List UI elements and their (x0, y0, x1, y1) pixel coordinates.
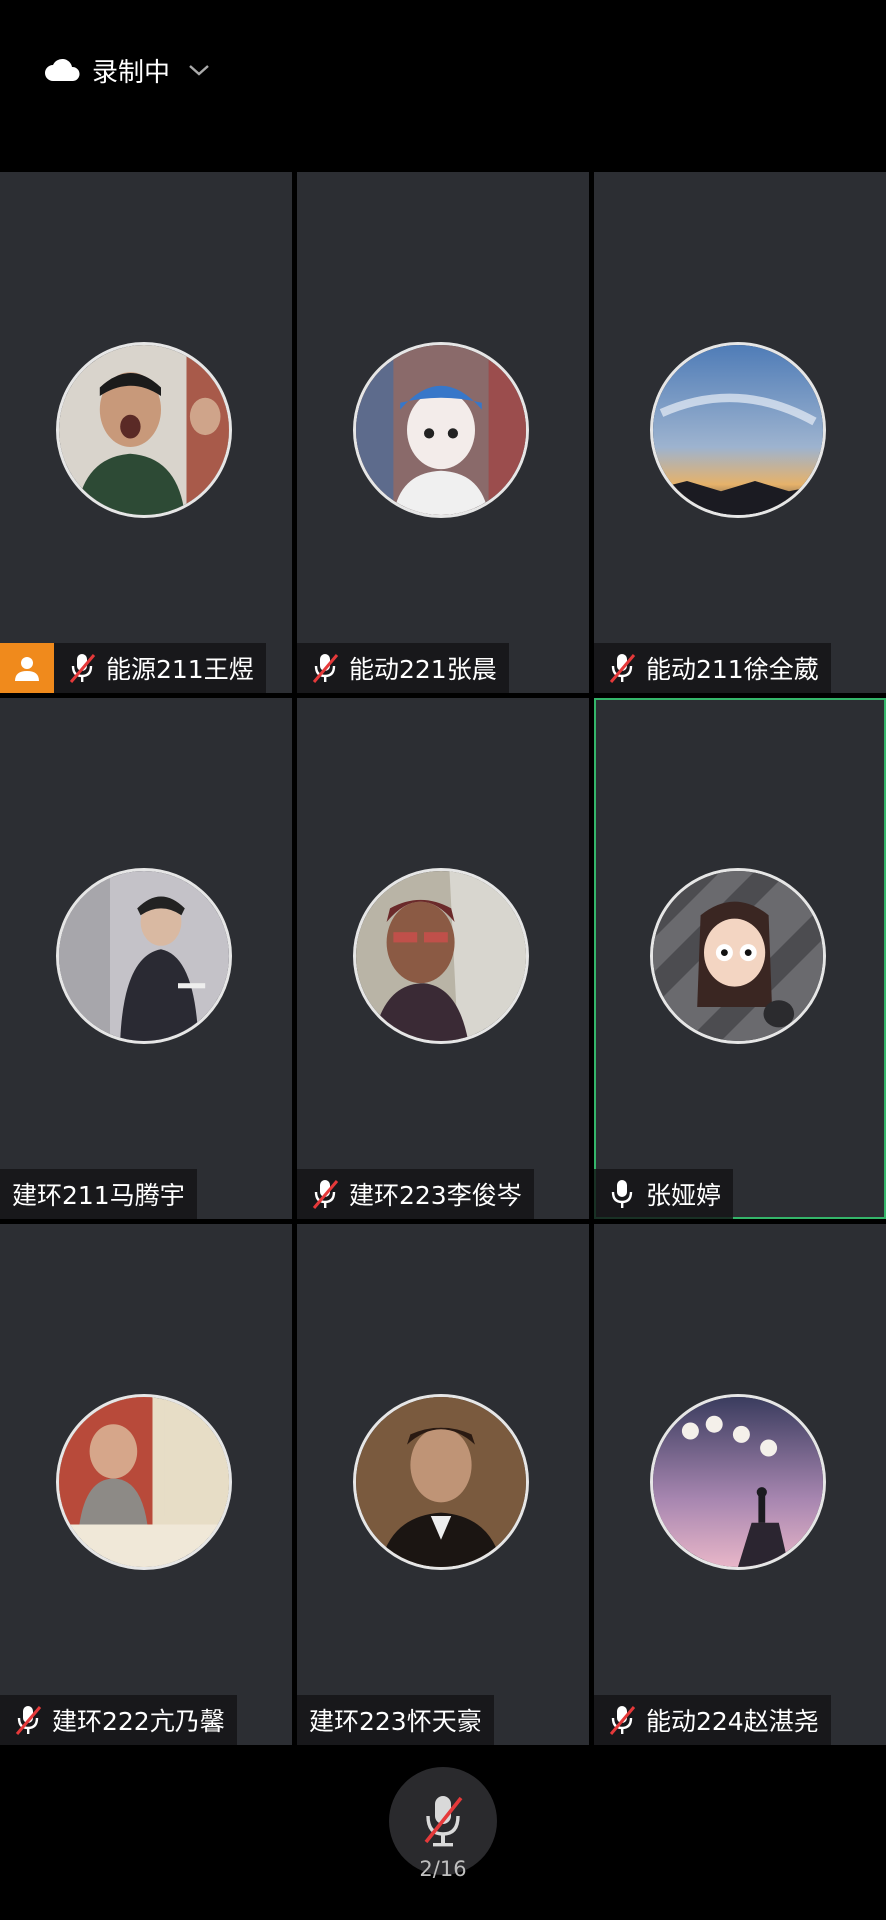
mic-muted-icon (10, 1702, 46, 1738)
mic-on-icon (604, 1176, 640, 1212)
participant-tile[interactable]: 建环211马腾宇 (0, 698, 292, 1219)
name-bar: 建环223怀天豪 (297, 1695, 494, 1745)
name-bar: 能动224赵湛尧 (594, 1695, 831, 1745)
avatar (650, 342, 826, 518)
participant-tile[interactable]: 能源211王煜 (0, 172, 292, 693)
participant-name: 建环223怀天豪 (309, 1707, 482, 1736)
participant-name: 能源211王煜 (106, 655, 254, 684)
participant-tile[interactable]: 能动221张晨 (297, 172, 589, 693)
bottom-bar: 2/16 (0, 1747, 886, 1920)
name-bar: 建环211马腾宇 (0, 1169, 197, 1219)
name-bar: 能动221张晨 (297, 643, 509, 693)
chevron-down-icon[interactable] (188, 63, 210, 77)
participant-tile[interactable]: 建环222亢乃馨 (0, 1224, 292, 1745)
avatar (56, 342, 232, 518)
name-bar: 建环223李俊岑 (297, 1169, 534, 1219)
participant-tile[interactable]: 建环223李俊岑 (297, 698, 589, 1219)
avatar (56, 868, 232, 1044)
name-bar: 张娅婷 (594, 1169, 734, 1219)
avatar (353, 1394, 529, 1570)
person-icon (15, 657, 39, 681)
name-bar: 能源211王煜 (0, 643, 266, 693)
mic-muted-icon (307, 1176, 343, 1212)
page-indicator: 2/16 (419, 1857, 467, 1881)
participant-name: 建环222亢乃馨 (52, 1707, 225, 1736)
participant-name: 能动224赵湛尧 (646, 1707, 819, 1736)
participant-tile[interactable]: 能动224赵湛尧 (594, 1224, 886, 1745)
avatar (56, 1394, 232, 1570)
participant-name: 能动221张晨 (349, 655, 497, 684)
mic-muted-icon (64, 650, 100, 686)
name-bar: 建环222亢乃馨 (0, 1695, 237, 1745)
recording-label: 录制中 (92, 57, 171, 88)
participant-tile[interactable]: 建环223怀天豪 (297, 1224, 589, 1745)
participant-tile[interactable]: 能动211徐全葳 (594, 172, 886, 693)
participant-name: 建环223李俊岑 (349, 1181, 522, 1210)
recording-indicator[interactable]: 录制中 (44, 50, 210, 90)
avatar (650, 1394, 826, 1570)
avatar (650, 868, 826, 1044)
participant-name: 建环211马腾宇 (12, 1181, 185, 1210)
mic-muted-icon (424, 1796, 463, 1847)
top-bar: 录制中 (0, 0, 886, 172)
participant-tile-active[interactable]: 张娅婷 (594, 698, 886, 1219)
mic-muted-icon (604, 1702, 640, 1738)
participant-name: 张娅婷 (646, 1181, 722, 1210)
avatar (353, 868, 529, 1044)
name-bar: 能动211徐全葳 (594, 643, 831, 693)
participant-name: 能动211徐全葳 (646, 655, 819, 684)
cloud-icon (45, 58, 80, 81)
mic-muted-icon (604, 650, 640, 686)
host-badge (0, 643, 54, 693)
participant-grid: 能源211王煜 能动221张晨 能动211徐全葳 建环211马腾宇 建环223李… (0, 172, 886, 1747)
mic-muted-icon (307, 650, 343, 686)
avatar (353, 342, 529, 518)
